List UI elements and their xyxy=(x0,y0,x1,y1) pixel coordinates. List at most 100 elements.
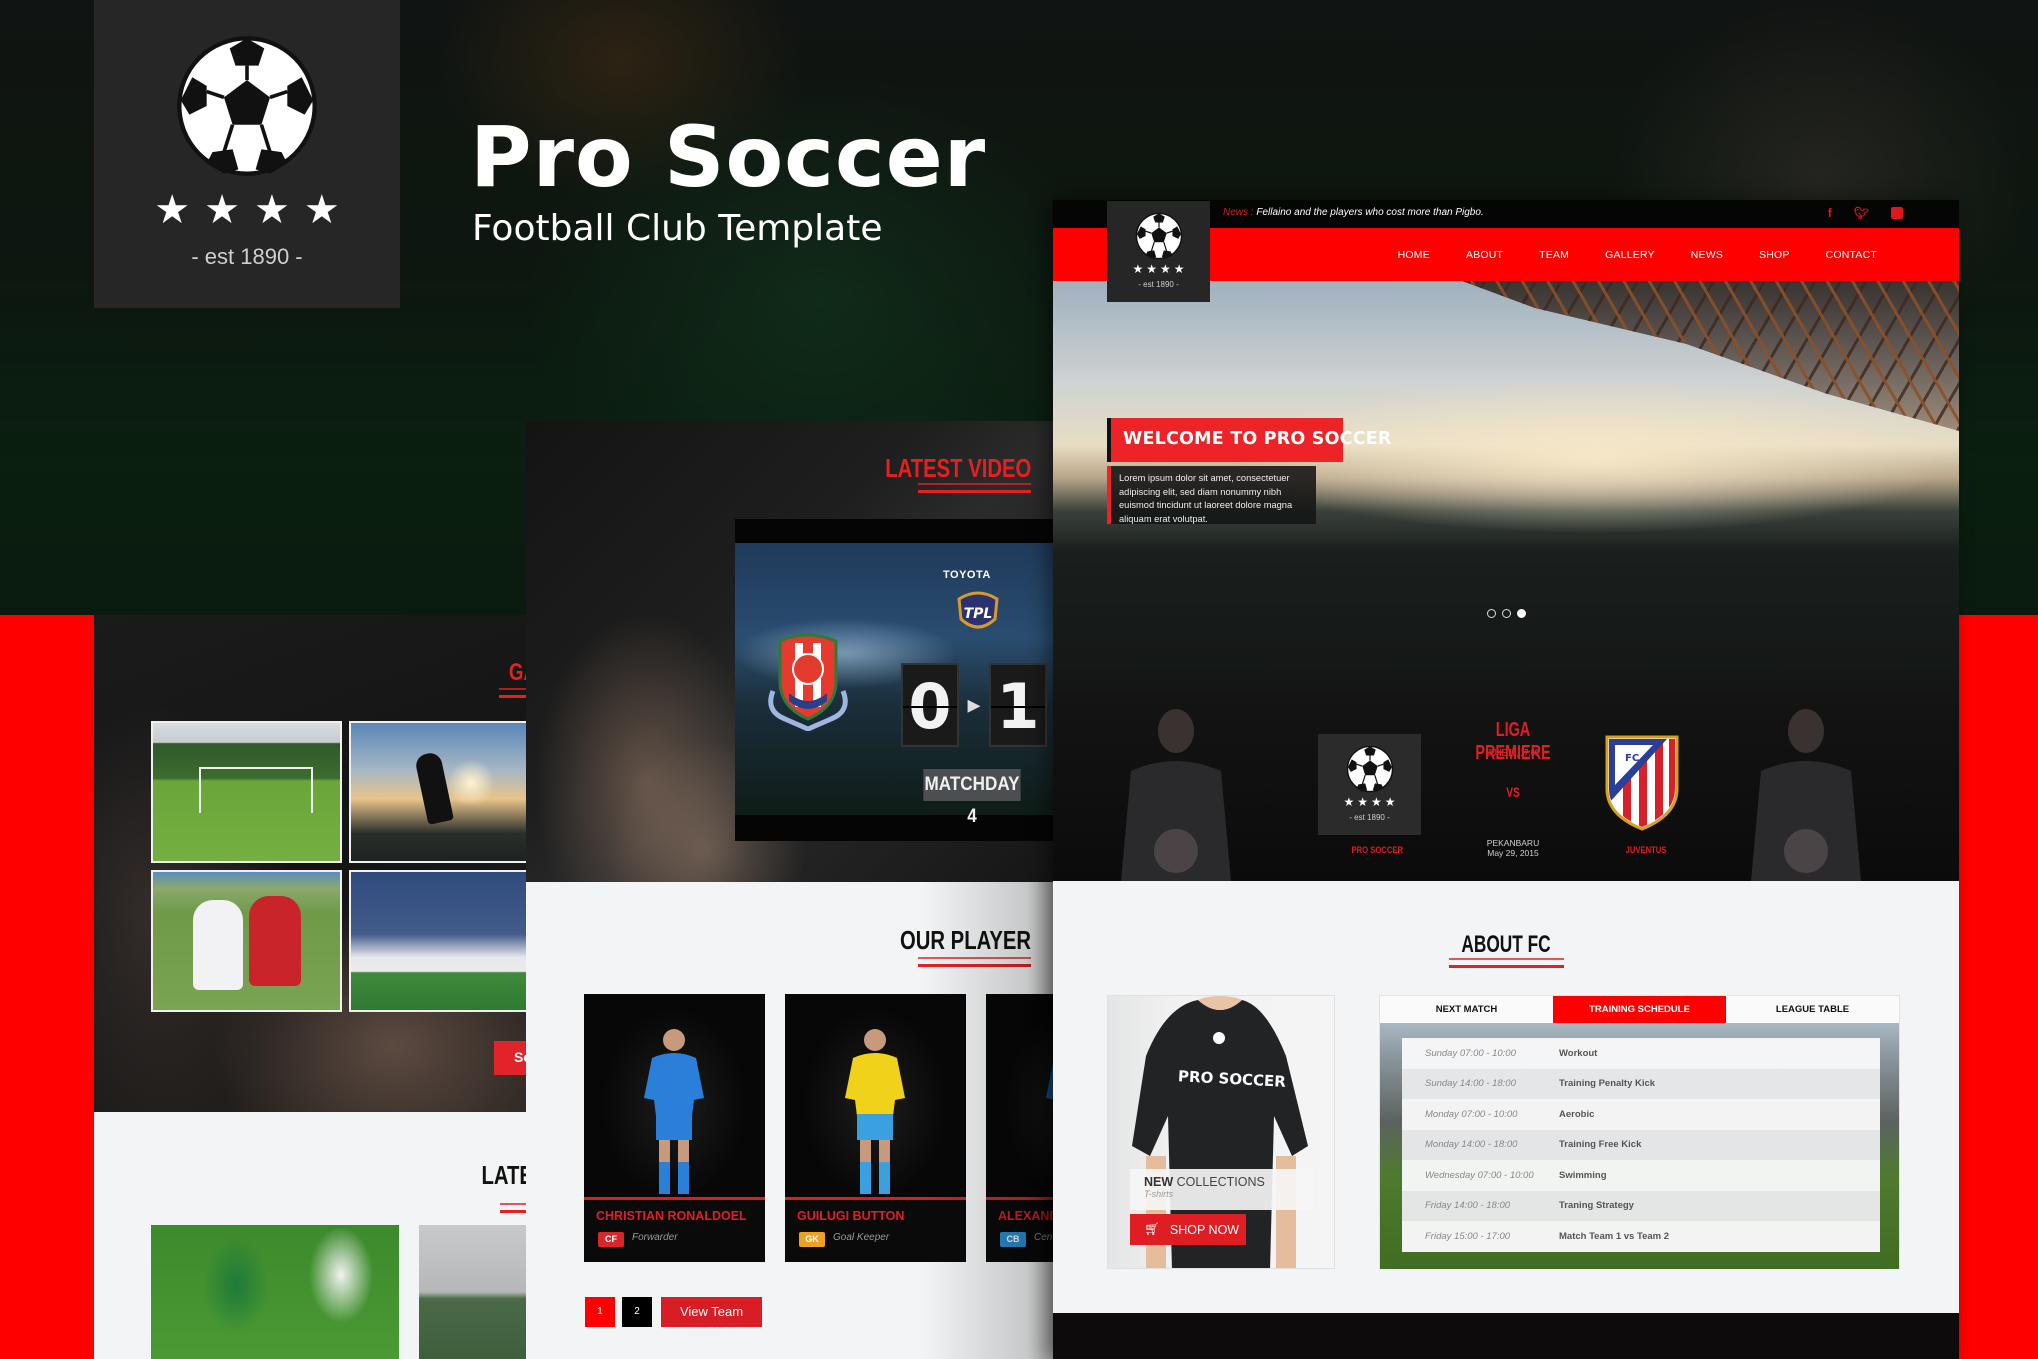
tab-league-table[interactable]: LEAGUE TABLE xyxy=(1726,996,1899,1023)
player-photo xyxy=(785,994,966,1197)
star-icon: ★ xyxy=(1357,795,1368,809)
away-team-crest-icon: FC xyxy=(1605,735,1679,831)
player-figure xyxy=(835,1024,915,1197)
player-card[interactable]: GUILUGI BUTTON GK Goal Keeper xyxy=(785,994,966,1262)
player-role: Forwarder xyxy=(632,1232,678,1243)
star-icon: ★ xyxy=(1343,795,1355,809)
slider-dot-1[interactable] xyxy=(1487,609,1496,618)
nav-menu: HOME ABOUT TEAM GALLERY NEWS SHOP CONTAC… xyxy=(1380,228,1895,281)
news-headline[interactable]: Fellaino and the players who cost more t… xyxy=(1256,207,1483,218)
player-photo xyxy=(986,994,1053,1197)
social-links: f 🐦︎ xyxy=(1828,206,1903,220)
video-thumbnail: TOYOTA TPL 0 ▸ 1 MATCHDAY 4 xyxy=(735,543,1053,827)
scoreboard: 0 ▸ 1 xyxy=(901,663,1047,747)
news-thumb[interactable] xyxy=(419,1225,527,1359)
collections-subtitle: T-shirts xyxy=(1144,1189,1174,1199)
player-role: Cent xyxy=(1034,1232,1053,1243)
player-figure xyxy=(634,1024,714,1197)
venue-city: PEKANBARU xyxy=(1486,838,1540,848)
player-cards: CHRISTIAN RONALDOEL CF Forwarder GUILUGI… xyxy=(584,994,1053,1262)
match-venue: PEKANBARU May 29, 2015 xyxy=(1448,838,1578,858)
position-badge: CF xyxy=(598,1232,624,1247)
schedule-time: Monday 14:00 - 18:00 xyxy=(1425,1139,1518,1151)
soccer-ball-icon xyxy=(1135,212,1183,260)
goalkeeper-image xyxy=(1741,701,1871,881)
slider-dot-2[interactable] xyxy=(1502,609,1511,618)
nav-home[interactable]: HOME xyxy=(1380,249,1448,261)
schedule-row: Monday 07:00 - 10:00 Aerobic xyxy=(1402,1099,1880,1130)
star-icon: ★ xyxy=(1132,262,1144,276)
title-underline xyxy=(1449,958,1564,968)
tab-training-schedule[interactable]: TRAINING SCHEDULE xyxy=(1553,996,1726,1023)
schedule-time: Sunday 07:00 - 10:00 xyxy=(1425,1047,1516,1059)
player-name[interactable]: CHRISTIAN RONALDOEL xyxy=(596,1209,747,1223)
match-datetime: JUNE 16, 17:00 xyxy=(1487,748,1539,759)
next-section-dark xyxy=(1053,1313,1959,1359)
schedule-row: Sunday 14:00 - 18:00 Training Penalty Kic… xyxy=(1402,1068,1880,1099)
facebook-icon[interactable]: f xyxy=(1828,206,1832,220)
home-club-crest-icon xyxy=(768,633,848,731)
schedule-row: Friday 14:00 - 18:00 Traning Strategy xyxy=(1402,1190,1880,1221)
goalkeeper-image xyxy=(1111,701,1241,881)
nav-about[interactable]: ABOUT xyxy=(1448,249,1521,261)
nav-team[interactable]: TEAM xyxy=(1521,249,1587,261)
star-icon: ★ xyxy=(204,187,240,233)
club-info-tabs: NEXT MATCH TRAINING SCHEDULE LEAGUE TABLE … xyxy=(1379,995,1900,1269)
player-card[interactable]: ALEXAND CB Cent xyxy=(986,994,1053,1262)
twitter-icon[interactable]: 🐦︎ xyxy=(1854,206,1869,220)
latest-video-title: LATEST VIDEO xyxy=(884,453,1031,483)
title-underline xyxy=(918,483,1031,493)
news-ticker[interactable]: News : Fellaino and the players who cost… xyxy=(1223,207,1484,218)
video-player[interactable]: TOYOTA TPL 0 ▸ 1 MATCHDAY 4 xyxy=(735,519,1053,841)
card-divider xyxy=(986,1197,1053,1200)
site-logo[interactable]: ★ ★ ★ ★ - est 1890 - xyxy=(1107,201,1210,302)
page-2-button[interactable]: 2 xyxy=(622,1297,652,1327)
shop-promo-card[interactable]: PRO SOCCER NEW COLLECTIONS T-shirts 🛒︎ S… xyxy=(1107,995,1335,1269)
gallery-thumb-goal-net[interactable] xyxy=(151,721,342,863)
tab-next-match[interactable]: NEXT MATCH xyxy=(1380,996,1553,1023)
schedule-time: Friday 14:00 - 18:00 xyxy=(1425,1200,1511,1212)
home-team-logo: ★ ★ ★ ★ - est 1890 - xyxy=(1318,734,1421,835)
player-pagination: 1 2 View Team xyxy=(585,1297,762,1327)
next-match-strip: ★ ★ ★ ★ - est 1890 - PRO SOCCER LIGA PRE… xyxy=(1053,691,1959,881)
soccer-ball-icon xyxy=(1346,745,1394,793)
slider-dot-3[interactable] xyxy=(1517,609,1526,618)
instagram-icon[interactable] xyxy=(1891,207,1903,219)
product-title: Pro Soccer xyxy=(470,108,987,206)
schedule-row: Sunday 07:00 - 10:00 Workout xyxy=(1402,1038,1880,1069)
matchday-label: MATCHDAY 4 xyxy=(923,769,1021,827)
position-badge: GK xyxy=(799,1232,825,1247)
shop-now-button[interactable]: 🛒︎ SHOP NOW xyxy=(1130,1214,1246,1245)
established-label: - est 1890 - xyxy=(1349,813,1390,822)
card-divider xyxy=(785,1197,966,1200)
svg-text:FC: FC xyxy=(1625,753,1639,764)
rating-stars: ★ ★ ★ ★ xyxy=(154,190,339,230)
player-name[interactable]: ALEXAND xyxy=(998,1209,1053,1223)
player-name[interactable]: GUILUGI BUTTON xyxy=(797,1209,904,1223)
play-icon[interactable]: ▸ xyxy=(967,690,981,720)
schedule-row: Monday 14:00 - 18:00 Training Free Kick xyxy=(1402,1129,1880,1160)
schedule-time: Sunday 14:00 - 18:00 xyxy=(1425,1078,1516,1090)
nav-contact[interactable]: CONTACT xyxy=(1808,249,1895,261)
view-team-button[interactable]: View Team xyxy=(661,1297,762,1327)
established-label: - est 1890 - xyxy=(191,244,303,269)
nav-gallery[interactable]: GALLERY xyxy=(1587,249,1673,261)
tab-panel-training-schedule: Sunday 07:00 - 10:00 Workout Sunday 14:00 … xyxy=(1380,1023,1899,1269)
page-1-button[interactable]: 1 xyxy=(585,1297,615,1327)
schedule-time: Friday 15:00 - 17:00 xyxy=(1425,1230,1511,1242)
rating-stars: ★ ★ ★ ★ xyxy=(1132,263,1184,275)
league-badge-icon: TPL xyxy=(957,591,999,629)
nav-shop[interactable]: SHOP xyxy=(1741,249,1808,261)
see-more-button[interactable]: Se xyxy=(494,1041,527,1075)
rating-stars: ★ ★ ★ ★ xyxy=(1343,796,1395,808)
star-icon: ★ xyxy=(1146,262,1157,276)
gallery-thumb-stadium-match[interactable] xyxy=(349,870,527,1012)
nav-news[interactable]: NEWS xyxy=(1673,249,1741,261)
player-card[interactable]: CHRISTIAN RONALDOEL CF Forwarder xyxy=(584,994,765,1262)
gallery-thumb-players-chasing[interactable] xyxy=(151,870,342,1012)
home-team-name: PRO SOCCER xyxy=(1351,845,1403,855)
gallery-thumb-silhouette-kick[interactable] xyxy=(349,721,527,863)
title-underline xyxy=(918,957,1031,967)
slide-description-box: Lorem ipsum dolor sit amet, consectetuer… xyxy=(1107,466,1316,524)
news-thumb[interactable] xyxy=(151,1225,399,1359)
